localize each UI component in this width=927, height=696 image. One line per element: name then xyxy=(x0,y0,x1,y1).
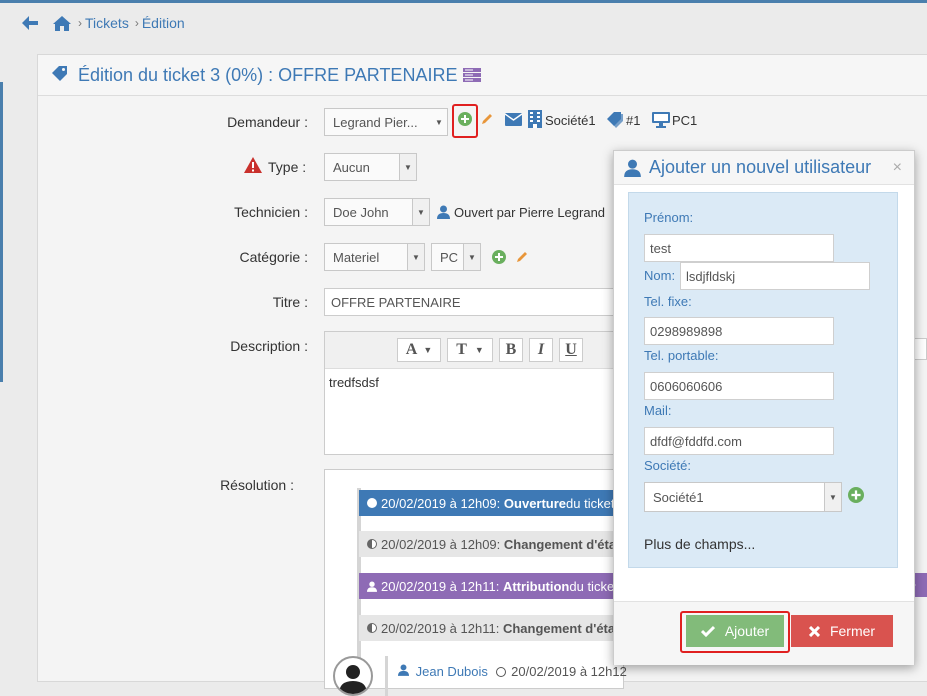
avatar xyxy=(333,656,373,696)
opened-by-text: Ouvert par Pierre Legrand xyxy=(454,205,606,220)
chevron-down-icon: ▼ xyxy=(412,199,429,225)
subcategorie-select[interactable]: PC ▼ xyxy=(431,243,481,271)
clock-icon xyxy=(495,667,506,677)
edit-pencil-icon[interactable] xyxy=(480,112,494,126)
breadcrumb-tickets[interactable]: Tickets xyxy=(85,15,129,31)
titre-label: Titre : xyxy=(272,294,308,310)
demandeur-label: Demandeur : xyxy=(227,114,308,130)
timeline-item: 20/02/2019 à 12h11: Attribution du ticke… xyxy=(359,573,625,599)
chevron-down-icon: ▼ xyxy=(824,483,841,511)
timeline: 20/02/2019 à 12h09: Ouverture du ticket … xyxy=(324,469,627,696)
home-icon[interactable] xyxy=(52,14,72,32)
user-icon xyxy=(624,159,641,177)
chevron-down-icon: ▼ xyxy=(435,117,443,127)
user-icon xyxy=(367,581,377,592)
categorie-select[interactable]: Materiel ▼ xyxy=(324,243,425,271)
panel-header: Édition du ticket 3 (0%) : OFFRE PARTENA… xyxy=(38,55,927,96)
chevron-down-icon: ▼ xyxy=(399,154,416,180)
italic-button[interactable]: I xyxy=(529,338,553,362)
building-icon xyxy=(528,110,542,128)
titre-input[interactable]: OFFRE PARTENAIRE xyxy=(324,288,624,316)
close-button[interactable]: Fermer xyxy=(791,615,893,647)
breadcrumb-edition[interactable]: Édition xyxy=(142,15,185,31)
prenom-input[interactable]: test xyxy=(644,234,834,262)
technicien-select[interactable]: Doe John ▼ xyxy=(324,198,430,226)
computer-icon xyxy=(652,112,670,128)
editor-toolbar: A ▼ T ▼ B I U xyxy=(325,332,623,369)
bold-button[interactable]: B xyxy=(499,338,523,362)
type-label: Type : xyxy=(268,159,307,175)
add-company-plus-icon[interactable] xyxy=(848,487,864,503)
more-fields-link[interactable]: Plus de champs... xyxy=(644,536,755,552)
technicien-select-value: Doe John xyxy=(333,204,389,220)
font-size-button[interactable]: T ▼ xyxy=(447,338,493,362)
page-title: Édition du ticket 3 (0%) : OFFRE PARTENA… xyxy=(78,64,458,85)
chevron-down-icon: ▼ xyxy=(407,244,424,270)
add-user-modal: Ajouter un nouvel utilisateur × Prénom: … xyxy=(613,150,915,665)
close-icon[interactable]: × xyxy=(893,159,902,177)
demandeur-select-value: Legrand Pier... xyxy=(333,114,418,130)
tel-fixe-label: Tel. fixe: xyxy=(644,294,692,309)
font-color-button[interactable]: A ▼ xyxy=(397,338,441,362)
priority-bars-icon xyxy=(463,67,482,83)
ticket-count-link[interactable]: #1 xyxy=(626,113,640,128)
x-icon xyxy=(808,625,820,637)
description-label: Description : xyxy=(230,338,308,354)
modal-form: Prénom: test Nom: lsdjfldskj Tel. fixe: … xyxy=(628,192,898,568)
timeline-item: 20/02/2019 à 12h09: Changement d'état xyxy=(359,531,625,557)
half-circle-icon xyxy=(367,539,377,549)
close-button-label: Fermer xyxy=(829,623,876,639)
half-circle-icon xyxy=(367,623,377,633)
modal-title: Ajouter un nouvel utilisateur xyxy=(649,157,872,177)
edit-category-pencil-icon[interactable] xyxy=(515,250,529,264)
user-icon xyxy=(437,205,450,219)
tel-portable-input[interactable]: 0606060606 xyxy=(644,372,834,400)
comment-author[interactable]: Jean Dubois xyxy=(416,664,488,679)
categorie-label: Catégorie : xyxy=(239,249,308,265)
comment-date: 20/02/2019 à 12h12 xyxy=(511,664,627,679)
check-icon xyxy=(700,625,715,637)
technicien-label: Technicien : xyxy=(234,204,308,220)
add-button[interactable]: Ajouter xyxy=(686,615,784,647)
demandeur-select[interactable]: Legrand Pier... ▼ xyxy=(324,108,448,136)
tel-portable-label: Tel. portable: xyxy=(644,348,719,363)
modal-header: Ajouter un nouvel utilisateur × xyxy=(614,151,914,185)
comment-header: Jean Dubois 20/02/2019 à 12h12 xyxy=(385,656,627,696)
subcategorie-select-value: PC xyxy=(440,249,459,265)
societe-label: Société: xyxy=(644,458,691,473)
add-button-label: Ajouter xyxy=(724,623,770,639)
add-category-plus-icon[interactable] xyxy=(492,250,506,264)
ticket-icon xyxy=(50,66,68,84)
underline-button[interactable]: U xyxy=(559,338,583,362)
add-user-plus-icon[interactable] xyxy=(458,112,472,126)
type-select[interactable]: Aucun ▼ xyxy=(324,153,417,181)
tickets-icon xyxy=(606,112,624,128)
computer-link[interactable]: PC1 xyxy=(672,113,697,128)
nom-input[interactable]: lsdjfldskj xyxy=(680,262,870,290)
left-accent-bar xyxy=(0,82,3,382)
timeline-item: 20/02/2019 à 12h11: Changement d'état xyxy=(359,615,625,641)
timeline-item: 20/02/2019 à 12h09: Ouverture du ticket xyxy=(359,490,625,516)
societe-select-value: Société1 xyxy=(653,489,704,505)
description-editor[interactable]: A ▼ T ▼ B I U tredfsdsf xyxy=(324,331,624,455)
nom-label: Nom: xyxy=(644,268,676,283)
mail-label: Mail: xyxy=(644,403,672,418)
company-link[interactable]: Société1 xyxy=(545,113,596,128)
chevron-down-icon: ▼ xyxy=(463,244,480,270)
back-arrow-icon[interactable] xyxy=(20,13,40,33)
user-icon xyxy=(398,664,409,676)
type-select-value: Aucun xyxy=(333,159,370,175)
societe-select[interactable]: Société1 ▼ xyxy=(644,482,842,512)
categorie-select-value: Materiel xyxy=(333,249,380,265)
tel-fixe-input[interactable]: 0298989898 xyxy=(644,317,834,345)
breadcrumb: › Tickets › Édition xyxy=(0,3,927,43)
mail-input[interactable]: dfdf@fddfd.com xyxy=(644,427,834,455)
warning-icon xyxy=(244,157,262,173)
prenom-label: Prénom: xyxy=(644,210,694,225)
envelope-icon[interactable] xyxy=(505,113,522,126)
resolution-label: Résolution : xyxy=(220,477,294,493)
circle-icon xyxy=(367,498,377,508)
description-text[interactable]: tredfsdsf xyxy=(325,369,623,396)
